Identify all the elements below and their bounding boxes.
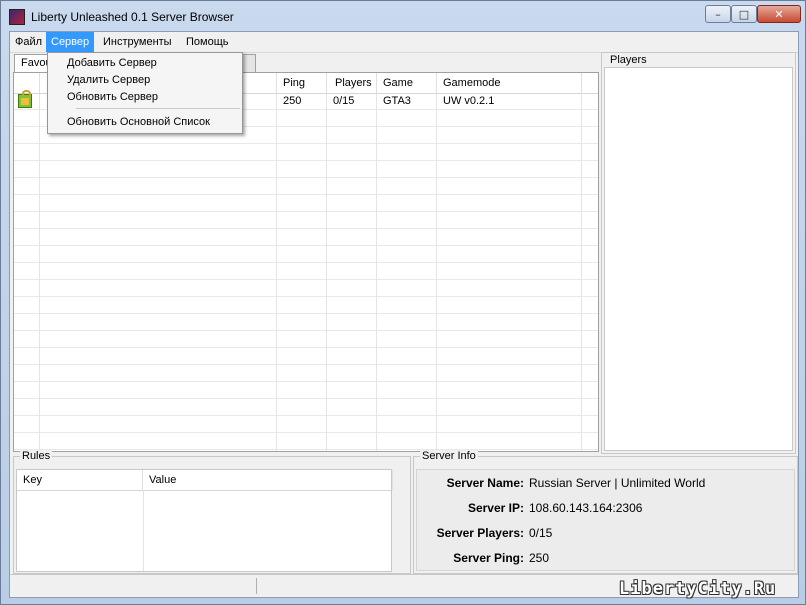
watermark-logo: LibertyCity.Ru — [619, 579, 777, 599]
server-ping-value: 250 — [529, 551, 550, 565]
menu-server[interactable]: Сервер — [46, 32, 95, 52]
players-panel: Players — [601, 52, 796, 454]
grid-lines — [14, 93, 598, 451]
window-title: Liberty Unleashed 0.1 Server Browser — [31, 10, 234, 24]
server-ping-label: Server Ping: — [453, 551, 524, 565]
client-area: Файл Сервер Инструменты Помощь Favou Pin… — [9, 31, 799, 598]
menu-add-server[interactable]: Добавить Сервер — [50, 55, 240, 72]
server-players-value: 0/15 — [529, 526, 553, 540]
title-bar[interactable]: Liberty Unleashed 0.1 Server Browser – □… — [1, 1, 805, 31]
server-name-label: Server Name: — [446, 476, 524, 490]
minimize-button[interactable]: – — [705, 5, 731, 23]
tab-other[interactable] — [242, 54, 256, 72]
menu-tools[interactable]: Инструменты — [98, 32, 177, 52]
col-game[interactable]: Game — [377, 73, 437, 93]
server-players-label: Server Players: — [436, 526, 524, 540]
rules-column-divider — [143, 490, 144, 571]
row-ping: 250 — [283, 95, 302, 107]
app-icon — [9, 9, 25, 25]
row-gamemode: UW v0.2.1 — [443, 95, 495, 107]
players-list[interactable] — [604, 67, 793, 451]
server-ping-row: Server Ping: 250 — [417, 551, 794, 571]
server-info-title: Server Info — [420, 450, 478, 462]
col-gamemode[interactable]: Gamemode — [437, 73, 582, 93]
menu-help[interactable]: Помощь — [181, 32, 234, 52]
server-info-body: Server Name: Russian Server | Unlimited … — [416, 469, 795, 571]
server-name-row: Server Name: Russian Server | Unlimited … — [417, 476, 794, 496]
rules-title: Rules — [20, 450, 53, 462]
maximize-button[interactable]: □ — [731, 5, 757, 23]
server-players-row: Server Players: 0/15 — [417, 526, 794, 546]
menu-remove-server[interactable]: Удалить Сервер — [50, 72, 240, 89]
col-key[interactable]: Key — [17, 470, 143, 490]
players-title: Players — [608, 54, 649, 66]
server-ip-label: Server IP: — [467, 501, 524, 515]
lock-icon — [18, 90, 32, 108]
menu-refresh-server[interactable]: Обновить Сервер — [50, 89, 240, 106]
col-value[interactable]: Value — [143, 470, 393, 490]
menu-separator — [76, 108, 240, 109]
menu-bar: Файл Сервер Инструменты Помощь — [10, 32, 798, 53]
col-ping[interactable]: Ping — [277, 73, 327, 93]
grid-column-divider — [581, 73, 582, 451]
grid-column-divider — [376, 73, 377, 451]
row-players: 0/15 — [333, 95, 355, 107]
col-players[interactable]: Players — [327, 73, 377, 93]
close-button[interactable]: ✕ — [757, 5, 801, 23]
grid-column-divider — [326, 73, 327, 451]
rules-table[interactable]: Key Value — [16, 469, 393, 572]
row-game: GTA3 — [383, 95, 411, 107]
rules-header: Key Value — [17, 470, 393, 491]
grid-column-divider — [39, 73, 40, 451]
server-ip-value: 108.60.143.164:2306 — [529, 501, 643, 515]
server-info-panel: Server Info Server Name: Russian Server … — [413, 450, 798, 574]
menu-refresh-master-list[interactable]: Обновить Основной Список — [50, 114, 240, 131]
menu-file[interactable]: Файл — [10, 32, 47, 52]
rules-panel: Rules Key Value — [13, 450, 411, 574]
server-name-value: Russian Server | Unlimited World — [529, 476, 706, 490]
grid-column-divider — [276, 73, 277, 451]
server-menu-dropdown: Добавить Сервер Удалить Сервер Обновить … — [47, 52, 243, 134]
status-separator — [256, 578, 257, 594]
app-window: Liberty Unleashed 0.1 Server Browser – □… — [0, 0, 806, 605]
grid-column-divider — [436, 73, 437, 451]
server-ip-row: Server IP: 108.60.143.164:2306 — [417, 501, 794, 521]
